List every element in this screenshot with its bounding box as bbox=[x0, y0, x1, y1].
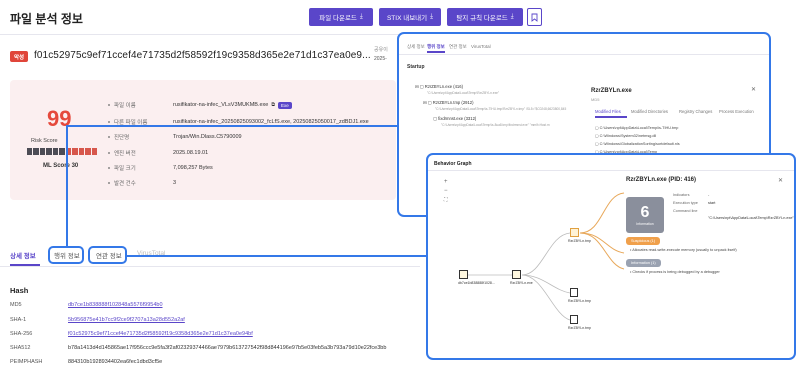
panel-tab[interactable]: 연관 정보 bbox=[449, 44, 467, 50]
node-label: db7ce1b838888f1028... bbox=[458, 281, 495, 285]
process-cmdline: "C:\Users\npt\AppData\Local\Temp\RzrZBYL… bbox=[427, 91, 500, 95]
modified-file: ▢ C:\Windows\GlobalizationSorting\sortde… bbox=[595, 142, 680, 146]
detail-title: RzrZBYLn.exe bbox=[591, 88, 632, 94]
hash-row-sha512: SHA512 b78a1413d4d145865ae17f956ccc9e5fa… bbox=[10, 345, 387, 351]
hash-link[interactable]: f01c52975c9ef71ccef4e71735d2f58592f19c93… bbox=[68, 331, 253, 337]
tab-details[interactable]: 상세 정보 bbox=[10, 250, 36, 260]
info-row: 파일 이름 rusifikator-na-infec_VLsV3MUKMB.ex… bbox=[108, 101, 292, 109]
hash-row-md5: MD5 db7ce1b838888f102848a5576f9954b0 bbox=[10, 302, 163, 308]
hash-section-title: Hash bbox=[10, 286, 29, 295]
field-value: start bbox=[708, 201, 716, 205]
detail-tab[interactable]: Modified Directories bbox=[631, 109, 668, 114]
bookmark-icon bbox=[531, 13, 538, 22]
panel-tab[interactable]: VirusTotal bbox=[471, 44, 491, 49]
modified-file: ▢ C:\Users\npt\AppData\Local\Temp\is-TIH… bbox=[595, 126, 679, 130]
startup-title: Startup bbox=[407, 64, 425, 70]
tabs-divider bbox=[0, 266, 420, 267]
field-value: - bbox=[708, 193, 710, 197]
side-value: 2025- bbox=[374, 56, 387, 62]
stix-export-button[interactable]: STIX 내보내기 ⤓ bbox=[379, 8, 441, 26]
info-row: 발견 건수 3 bbox=[108, 179, 176, 187]
process-tree-item[interactable]: ⊟ ▢ RzrZBYLn.tmp (2912) bbox=[423, 100, 474, 105]
detail-tab-indicator bbox=[595, 116, 627, 118]
information-text: • Checks if process is being debugged by… bbox=[630, 270, 720, 274]
indicator-count-card: 6 Information bbox=[626, 197, 664, 233]
risk-gauge bbox=[27, 148, 97, 155]
page-title: 파일 분석 정보 bbox=[10, 12, 83, 26]
node-label: RzrZBYLn.tmp bbox=[568, 326, 591, 330]
node-label: RzrZBYLn.exe bbox=[510, 281, 533, 285]
download-icon: ⤓ bbox=[430, 13, 434, 20]
hash-row-peimphash: PEIMPHASH 884310b1928934402ea6fec1dbd3cf… bbox=[10, 359, 163, 365]
suspicious-text: • Allocates read-write-execute memory (u… bbox=[630, 248, 737, 252]
graph-node[interactable] bbox=[570, 315, 578, 324]
process-tree-item[interactable]: ▢ fixdrmnst.exe (3312) bbox=[433, 116, 476, 121]
hash-row-sha256: SHA-256 f01c52975c9ef71ccef4e71735d2f585… bbox=[10, 331, 253, 337]
info-row: 진단명 Trojan/Win.Dlass.C5790009 bbox=[108, 133, 242, 141]
field-key: Indicators bbox=[673, 193, 690, 197]
detail-tab[interactable]: Process Execution bbox=[719, 109, 754, 114]
highlight-behavior-tab bbox=[48, 246, 84, 264]
ml-score: ML Score 30 bbox=[43, 163, 79, 169]
process-tree-item[interactable]: ⊟ ▢ RzrZBYLn.exe (416) bbox=[415, 84, 463, 89]
suspicious-pill[interactable]: Suspicious (1) bbox=[626, 237, 661, 245]
connector-line bbox=[66, 125, 399, 127]
info-row: 엔진 버전 2025.08.19.01 bbox=[108, 149, 208, 157]
close-icon[interactable]: ✕ bbox=[751, 86, 756, 93]
panel-tab-indicator bbox=[427, 51, 445, 53]
file-type-tag: Exe bbox=[277, 101, 292, 109]
hash-link[interactable]: db7ce1b838888f102848a5576f9954b0 bbox=[68, 302, 163, 308]
hash-row-sha1: SHA-1 5b956875e41b7cc9f2ce9f2707a13a28d5… bbox=[10, 317, 185, 323]
panel-tab[interactable]: 상세 정보 bbox=[407, 44, 425, 50]
graph-edges bbox=[466, 192, 625, 321]
information-pill[interactable]: Information (1) bbox=[626, 259, 661, 267]
panel-divider bbox=[399, 54, 769, 55]
field-key: Execution type bbox=[673, 201, 698, 205]
field-value: "C:\Users\npt\AppData\Local\Temp\RzrZBYL… bbox=[708, 216, 794, 220]
download-icon: ⤓ bbox=[359, 13, 363, 20]
graph-node-root[interactable] bbox=[459, 270, 468, 279]
file-hash-title: f01c52975c9ef71ccef4e71735d2f58592f19c93… bbox=[34, 50, 371, 61]
side-label: 공유이 bbox=[374, 47, 388, 53]
graph-node-selected[interactable] bbox=[570, 228, 579, 237]
close-icon[interactable]: ✕ bbox=[778, 177, 783, 184]
graph-node[interactable] bbox=[570, 288, 578, 297]
connector-line bbox=[66, 125, 68, 246]
risk-score-label: Risk Score bbox=[31, 138, 58, 144]
detail-tab[interactable]: Modified Files bbox=[595, 109, 621, 114]
detail-tab[interactable]: Registry Changes bbox=[679, 109, 712, 114]
detail-sub: MD5 bbox=[591, 97, 600, 102]
panel-tab[interactable]: 행위 정보 bbox=[427, 44, 445, 50]
process-cmdline: "C:\Users\npt\AppData\Local\Temp\is-8ua8… bbox=[441, 123, 550, 127]
info-row: 파일 크기 7,098,257 Bytes bbox=[108, 164, 213, 172]
detection-rule-download-button[interactable]: 탐지 규칙 다운로드 ⤓ bbox=[447, 8, 523, 26]
bookmark-button[interactable] bbox=[527, 8, 542, 26]
graph-node[interactable] bbox=[512, 270, 521, 279]
node-label: RzrZBYLn.tmp bbox=[568, 299, 591, 303]
highlight-related-tab bbox=[88, 246, 127, 264]
risk-badge: 악성 bbox=[10, 51, 28, 62]
graph-detail-title: RzrZBYLn.exe (PID: 416) bbox=[626, 177, 697, 183]
file-download-button[interactable]: 파일 다운로드 ⤓ bbox=[309, 8, 373, 26]
hash-link[interactable]: 5b956875e41b7cc9f2ce9f2707a13a28d552a2af bbox=[68, 317, 185, 323]
behavior-graph-panel: Behavior Graph + − ⛶ db7ce1b838888f1028.… bbox=[426, 153, 796, 360]
download-icon: ⤓ bbox=[510, 13, 514, 20]
modified-file: ▢ C:\Windows\System32\netmsg.dll bbox=[595, 134, 657, 138]
process-cmdline: "C:\Users\npt\AppData\Local\Temp\is-TIHU… bbox=[435, 107, 567, 111]
copy-icon[interactable]: ⧉ bbox=[271, 102, 275, 108]
connector-line bbox=[127, 255, 428, 257]
node-label: RzrZBYLn.tmp bbox=[568, 239, 591, 243]
field-key: Command line bbox=[673, 209, 698, 213]
